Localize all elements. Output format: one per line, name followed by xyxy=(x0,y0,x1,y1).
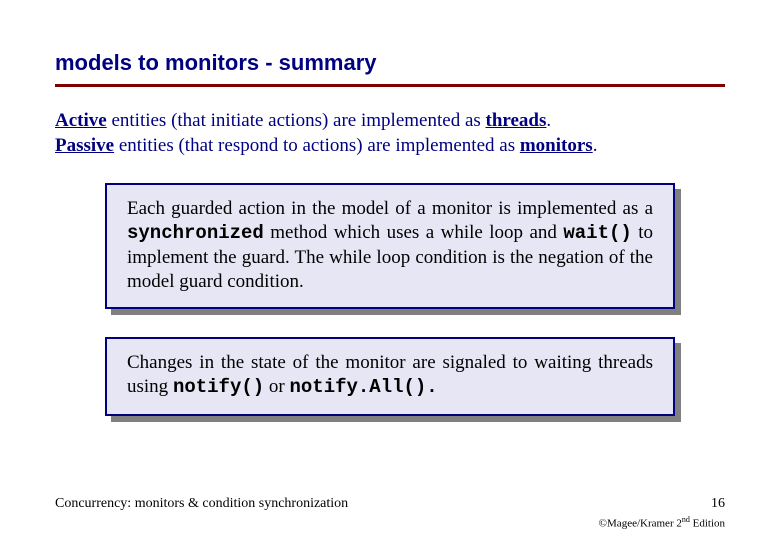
copyright-post: Edition xyxy=(690,518,725,530)
box1-seg1: Each guarded action in the model of a mo… xyxy=(127,198,653,219)
box1-code2: wait() xyxy=(563,222,631,244)
intro-active-bold: Active xyxy=(55,110,107,131)
intro-monitors: monitors xyxy=(520,135,593,156)
title-rule xyxy=(55,84,725,87)
intro-passive-bold: Passive xyxy=(55,135,114,156)
intro-active-rest: entities (that initiate actions) are imp… xyxy=(107,110,486,131)
copyright: ©Magee/Kramer 2nd Edition xyxy=(599,515,725,530)
box1-seg2: method which uses a while loop and xyxy=(264,222,564,243)
footer: Concurrency: monitors & condition synchr… xyxy=(55,496,725,512)
box-2-content: Changes in the state of the monitor are … xyxy=(105,337,675,416)
box2-code1: notify() xyxy=(173,376,264,398)
intro-passive-rest: entities (that respond to actions) are i… xyxy=(114,135,520,156)
copyright-sup: nd xyxy=(682,515,690,524)
slide-title: models to monitors - summary xyxy=(55,50,725,76)
intro-text: Active entities (that initiate actions) … xyxy=(55,109,725,158)
box1-code1: synchronized xyxy=(127,222,264,244)
box-1-content: Each guarded action in the model of a mo… xyxy=(105,183,675,309)
intro-threads: threads xyxy=(486,110,547,131)
box2-seg2: or xyxy=(264,376,289,397)
copyright-pre: ©Magee/Kramer xyxy=(599,518,677,530)
box-1: Each guarded action in the model of a mo… xyxy=(105,183,675,309)
page-number: 16 xyxy=(711,496,725,512)
box-2: Changes in the state of the monitor are … xyxy=(105,337,675,416)
footer-left: Concurrency: monitors & condition synchr… xyxy=(55,496,348,512)
intro-period1: . xyxy=(546,110,551,131)
box2-code2: notify.All(). xyxy=(289,376,437,398)
intro-period2: . xyxy=(593,135,598,156)
